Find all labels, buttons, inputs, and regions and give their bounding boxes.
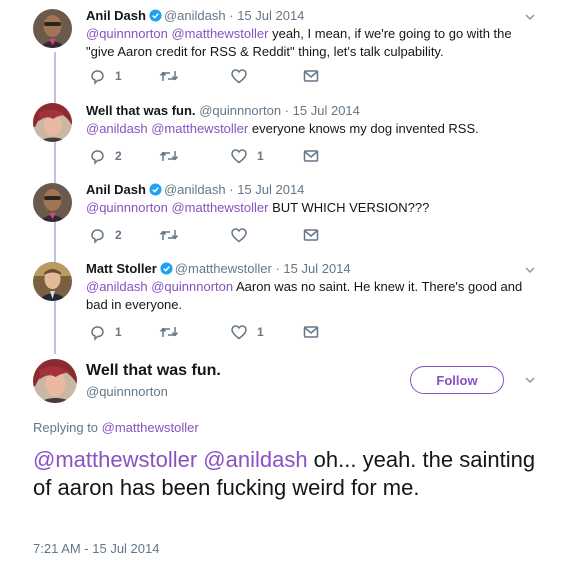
like-count: 1 <box>257 149 264 163</box>
direct-message-button[interactable] <box>302 147 320 165</box>
reply-icon <box>91 229 104 244</box>
heart-icon <box>231 149 247 164</box>
reply-count: 1 <box>115 325 122 339</box>
envelope-icon <box>303 150 319 162</box>
retweet-icon <box>159 71 179 81</box>
retweet-button[interactable] <box>159 226 188 244</box>
tweet-actions: 2 <box>86 226 346 244</box>
separator-dot: · <box>275 261 280 276</box>
main-tweet-mentions[interactable]: @matthewstoller @anildash <box>33 447 308 472</box>
envelope-icon <box>303 326 319 338</box>
avatar[interactable] <box>33 262 72 301</box>
reply-icon <box>91 326 104 341</box>
reply-count: 1 <box>115 69 122 83</box>
tweet-date[interactable]: 15 Jul 2014 <box>237 182 304 197</box>
tweet-text: @quinnnorton @matthewstoller yeah, I mea… <box>86 25 536 61</box>
tweet-body: everyone knows my dog invented RSS. <box>248 121 479 136</box>
author-handle[interactable]: @quinnnorton <box>199 103 281 118</box>
tweet-header: Anil Dash @anildash · 15 Jul 2014 <box>86 182 304 197</box>
avatar[interactable] <box>33 183 72 222</box>
tweet-date[interactable]: 15 Jul 2014 <box>283 261 350 276</box>
verified-badge-icon <box>160 262 173 275</box>
retweet-icon <box>159 327 179 337</box>
main-author-handle[interactable]: @quinnnorton <box>86 384 168 399</box>
author-handle[interactable]: @anildash <box>164 8 226 23</box>
tweet-body: BUT WHICH VERSION??? <box>268 200 430 215</box>
avatar[interactable] <box>33 9 72 48</box>
like-count: 1 <box>257 325 264 339</box>
author-name[interactable]: Anil Dash <box>86 182 146 197</box>
retweet-button[interactable] <box>159 67 188 85</box>
reply-icon <box>91 70 104 85</box>
replying-handle[interactable]: @matthewstoller <box>102 420 199 435</box>
tweet-text: @anildash @quinnnorton Aaron was no sain… <box>86 278 536 314</box>
tweet-mentions[interactable]: @quinnnorton @matthewstoller <box>86 200 268 215</box>
chevron-down-icon[interactable] <box>524 264 536 276</box>
retweet-icon <box>159 151 179 161</box>
like-button[interactable] <box>230 226 257 244</box>
reply-button[interactable]: 2 <box>88 147 122 165</box>
tweet-actions: 1 <box>86 67 346 85</box>
like-button[interactable]: 1 <box>230 323 264 341</box>
reply-count: 2 <box>115 149 122 163</box>
tweet-header: Well that was fun. @quinnnorton · 15 Jul… <box>86 103 360 118</box>
reply-button[interactable]: 1 <box>88 323 122 341</box>
retweet-button[interactable] <box>159 323 188 341</box>
tweet-text: @anildash @matthewstoller everyone knows… <box>86 120 536 138</box>
reply-button[interactable]: 1 <box>88 67 122 85</box>
like-button[interactable] <box>230 67 257 85</box>
tweet-mentions[interactable]: @anildash @quinnnorton <box>86 279 233 294</box>
envelope-icon <box>303 70 319 82</box>
separator-dot: · <box>229 182 234 197</box>
replying-to: Replying to @matthewstoller <box>33 420 199 435</box>
author-name[interactable]: Well that was fun. <box>86 103 196 118</box>
follow-button[interactable]: Follow <box>410 366 504 394</box>
author-name[interactable]: Anil Dash <box>86 8 146 23</box>
tweet-header: Matt Stoller @matthewstoller · 15 Jul 201… <box>86 261 351 276</box>
tweet-mentions[interactable]: @quinnnorton @matthewstoller <box>86 26 268 41</box>
tweet-actions: 2 1 <box>86 147 346 165</box>
verified-badge-icon <box>149 9 162 22</box>
tweet-actions: 1 1 <box>86 323 346 341</box>
separator-dot: · <box>229 8 234 23</box>
author-handle[interactable]: @anildash <box>164 182 226 197</box>
tweet-date[interactable]: 15 Jul 2014 <box>237 8 304 23</box>
direct-message-button[interactable] <box>302 323 320 341</box>
tweet-text: @quinnnorton @matthewstoller BUT WHICH V… <box>86 199 536 217</box>
main-author-name[interactable]: Well that was fun. <box>86 362 221 380</box>
heart-icon <box>231 69 247 84</box>
verified-badge-icon <box>149 183 162 196</box>
heart-icon <box>231 325 247 340</box>
reply-icon <box>91 150 104 165</box>
heart-icon <box>231 228 247 243</box>
main-avatar[interactable] <box>33 359 77 403</box>
tweet-header: Anil Dash @anildash · 15 Jul 2014 <box>86 8 304 23</box>
separator-dot: · <box>284 103 290 118</box>
reply-button[interactable]: 2 <box>88 226 122 244</box>
envelope-icon <box>303 229 319 241</box>
author-name[interactable]: Matt Stoller <box>86 261 157 276</box>
like-button[interactable]: 1 <box>230 147 264 165</box>
retweet-button[interactable] <box>159 147 188 165</box>
chevron-down-icon[interactable] <box>524 374 536 386</box>
replying-prefix: Replying to <box>33 420 102 435</box>
chevron-down-icon[interactable] <box>524 11 536 23</box>
main-tweet-text: @matthewstoller @anildash oh... yeah. th… <box>33 446 543 502</box>
author-handle[interactable]: @matthewstoller <box>175 261 272 276</box>
direct-message-button[interactable] <box>302 67 320 85</box>
retweet-icon <box>159 230 179 240</box>
avatar[interactable] <box>33 103 72 142</box>
main-tweet-timestamp[interactable]: 7:21 AM - 15 Jul 2014 <box>33 541 159 556</box>
reply-count: 2 <box>115 228 122 242</box>
tweet-date[interactable]: 15 Jul 2014 <box>293 103 360 118</box>
tweet-mentions[interactable]: @anildash @matthewstoller <box>86 121 248 136</box>
direct-message-button[interactable] <box>302 226 320 244</box>
